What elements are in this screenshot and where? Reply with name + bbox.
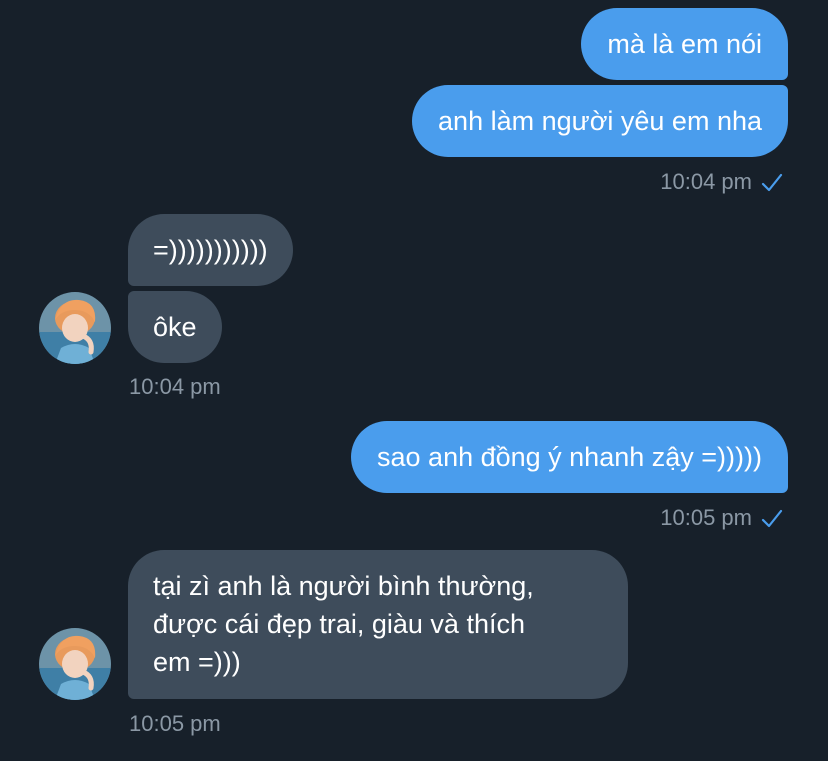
message-timestamp: 10:05 pm [129,711,221,736]
message-text: ôke [153,312,197,342]
message-timestamp: 10:04 pm [660,169,752,194]
message-meta: 10:04 pm [660,169,784,195]
message-text-line: được cái đẹp trai, giàu và thích [153,609,525,639]
message-timestamp: 10:05 pm [660,505,752,530]
message-meta: 10:05 pm [660,505,784,531]
message-text: mà là em nói [607,29,762,59]
message-text-line: tại zì anh là người bình thường, [153,571,534,601]
message-text: sao anh đồng ý nhanh zậy =))))) [377,442,762,472]
message-text-line: em =))) [153,647,241,677]
avatar-icon[interactable] [39,628,111,700]
incoming-message-bubble[interactable]: tại zì anh là người bình thường, được cá… [128,550,628,699]
read-check-icon [761,173,783,192]
outgoing-message-bubble[interactable]: sao anh đồng ý nhanh zậy =))))) [351,421,788,493]
incoming-message-bubble[interactable]: ôke [128,291,222,363]
outgoing-message-bubble[interactable]: anh làm người yêu em nha [412,85,788,157]
avatar-icon[interactable] [39,292,111,364]
message-timestamp: 10:04 pm [129,374,221,399]
message-text: =))))))))))) [153,235,268,265]
outgoing-message-bubble[interactable]: mà là em nói [581,8,788,80]
incoming-message-bubble[interactable]: =))))))))))) [128,214,293,286]
read-check-icon [761,509,783,528]
message-text: anh làm người yêu em nha [438,106,762,136]
